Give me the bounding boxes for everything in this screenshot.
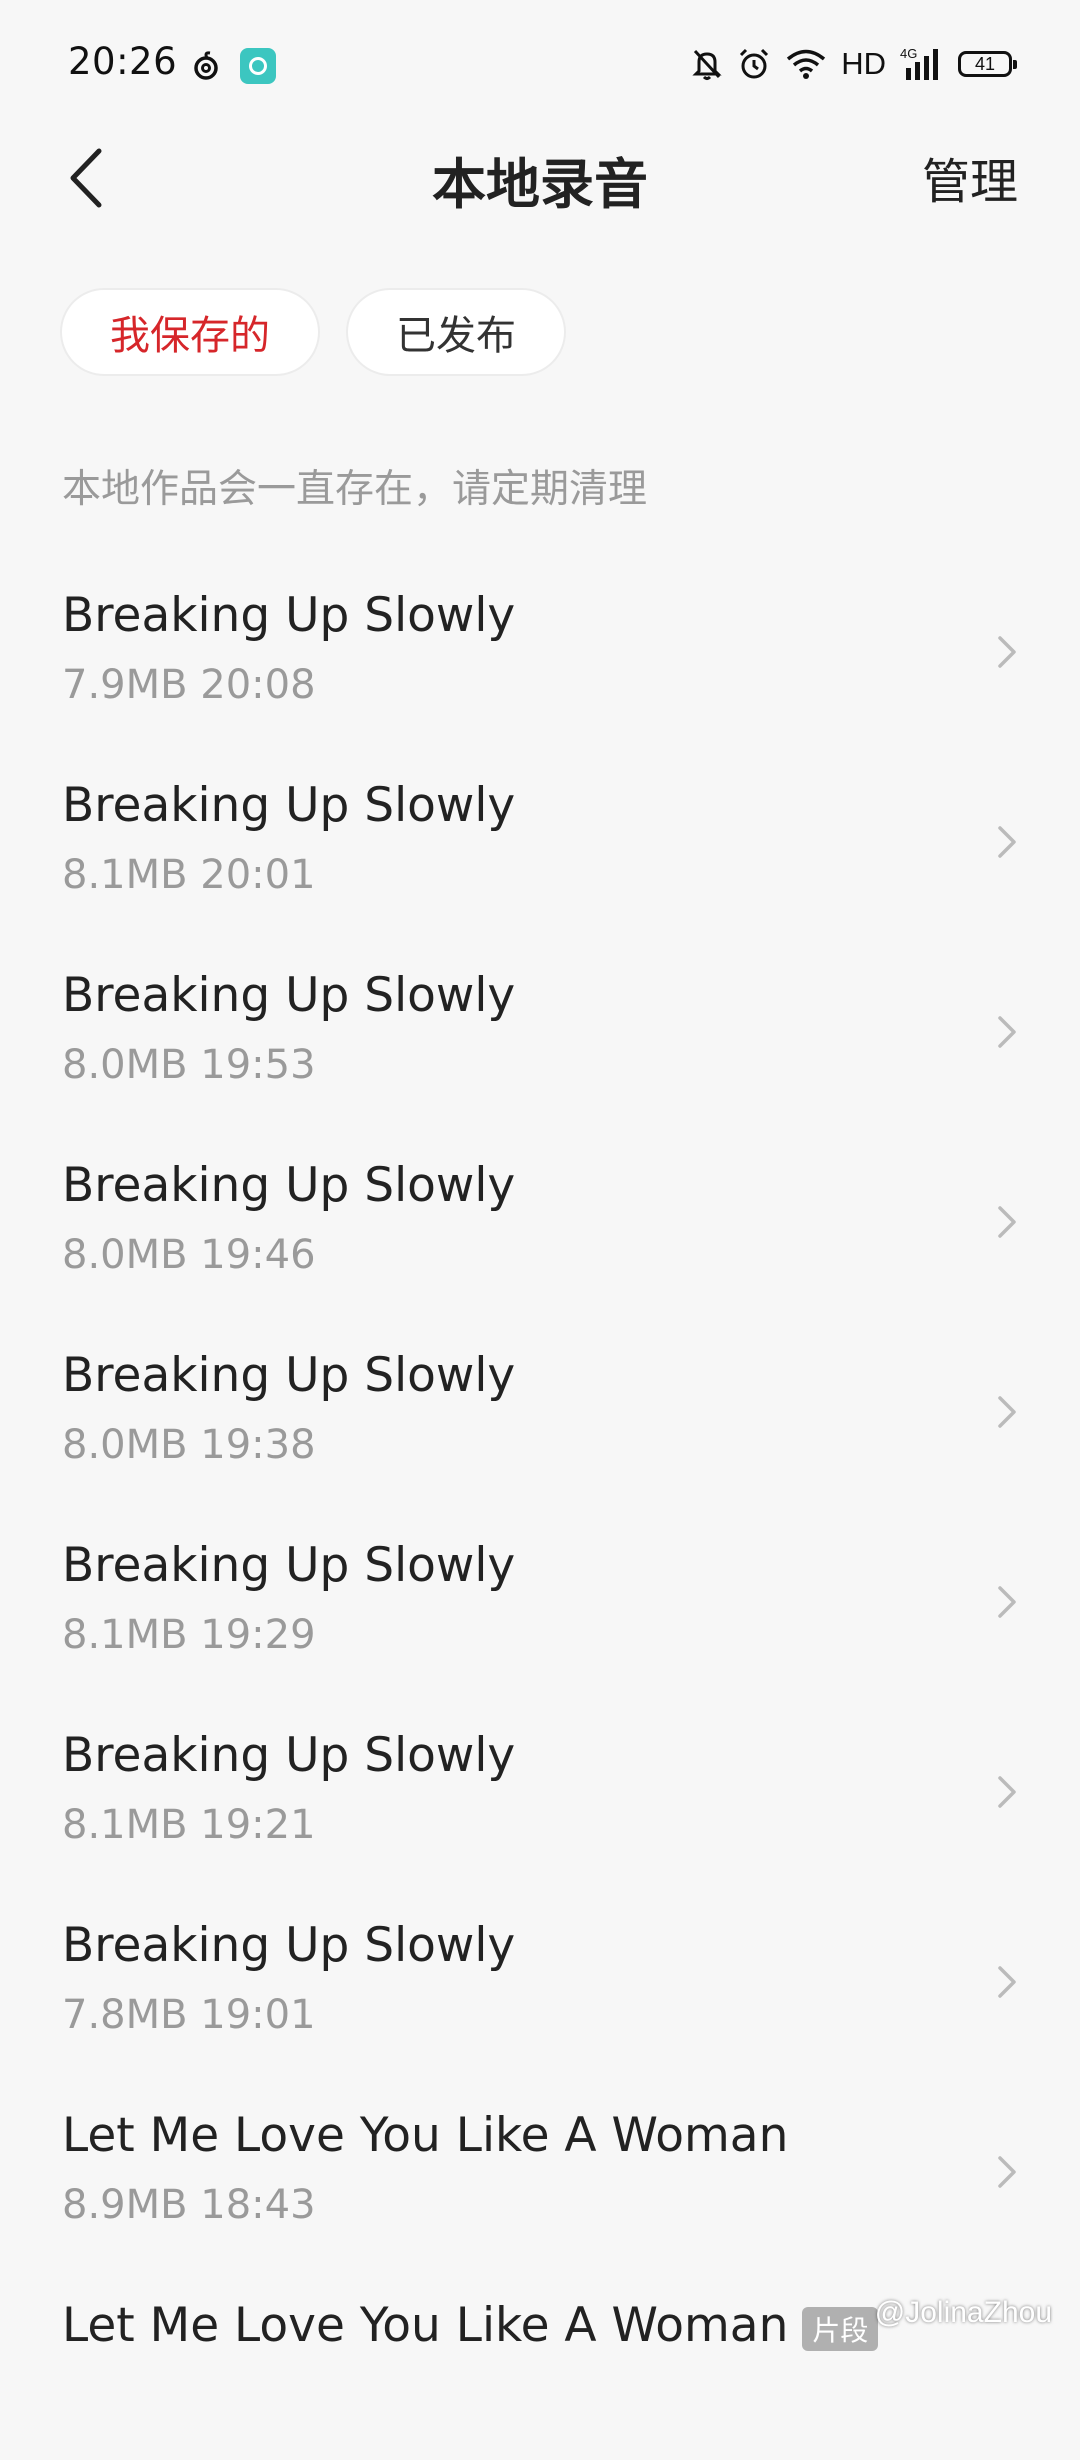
recording-item[interactable]: Breaking Up Slowly 8.1MB 19:29 bbox=[0, 1510, 1080, 1700]
clip-badge: 片段 bbox=[802, 2306, 879, 2351]
recording-meta: 8.1MB 20:01 bbox=[62, 852, 316, 898]
recording-title-row: Let Me Love You Like A Woman 片段 bbox=[62, 2298, 879, 2353]
filter-tabs: 我保存的 已发布 bbox=[60, 288, 566, 376]
recording-title: Let Me Love You Like A Woman bbox=[62, 2108, 789, 2163]
recording-item[interactable]: Breaking Up Slowly 7.9MB 20:08 bbox=[0, 560, 1080, 750]
recording-list: Breaking Up Slowly 7.9MB 20:08 Breaking … bbox=[0, 560, 1080, 2460]
recording-title: Breaking Up Slowly bbox=[62, 1348, 516, 1403]
netease-music-icon bbox=[194, 51, 218, 80]
chevron-right-icon bbox=[998, 1966, 1016, 1998]
watermark: @JolinaZhou bbox=[874, 2296, 1052, 2329]
recording-item[interactable]: Breaking Up Slowly 8.0MB 19:53 bbox=[0, 940, 1080, 1130]
status-time: 20:26 bbox=[68, 40, 178, 83]
page-title: 本地录音 bbox=[432, 153, 648, 216]
recording-title: Breaking Up Slowly bbox=[62, 968, 516, 1023]
mute-icon bbox=[692, 49, 722, 80]
recording-meta: 7.9MB 20:08 bbox=[62, 662, 316, 708]
tab-saved[interactable]: 我保存的 bbox=[60, 288, 320, 376]
recording-meta: 8.1MB 19:29 bbox=[62, 1612, 316, 1658]
recording-item[interactable]: Breaking Up Slowly 8.0MB 19:38 bbox=[0, 1320, 1080, 1510]
chat-app-icon bbox=[240, 48, 276, 84]
chevron-right-icon bbox=[998, 1586, 1016, 1618]
cleanup-notice: 本地作品会一直存在，请定期清理 bbox=[62, 467, 648, 512]
recording-meta: 8.0MB 19:38 bbox=[62, 1422, 316, 1468]
recording-title: Let Me Love You Like A Woman bbox=[62, 2298, 789, 2353]
recording-meta: 8.1MB 19:21 bbox=[62, 1802, 316, 1848]
recording-meta: 8.9MB 18:43 bbox=[62, 2182, 316, 2228]
chevron-right-icon bbox=[998, 1016, 1016, 1048]
app-header: 本地录音 管理 bbox=[0, 130, 1080, 230]
recording-title: Breaking Up Slowly bbox=[62, 1538, 516, 1593]
recording-item[interactable]: Breaking Up Slowly 8.1MB 19:21 bbox=[0, 1700, 1080, 1890]
recording-item[interactable]: Breaking Up Slowly 7.8MB 19:01 bbox=[0, 1890, 1080, 2080]
recording-item[interactable]: Breaking Up Slowly 8.0MB 19:46 bbox=[0, 1130, 1080, 1320]
recording-title: Breaking Up Slowly bbox=[62, 588, 516, 643]
chevron-right-icon bbox=[998, 636, 1016, 668]
manage-button[interactable]: 管理 bbox=[922, 142, 1018, 212]
recording-meta: 7.8MB 19:01 bbox=[62, 1992, 316, 2038]
recording-title: Breaking Up Slowly bbox=[62, 1158, 516, 1213]
signal-label: 4G bbox=[900, 46, 917, 61]
wifi-icon bbox=[787, 49, 826, 79]
recording-item[interactable]: Breaking Up Slowly 8.1MB 20:01 bbox=[0, 750, 1080, 940]
recording-title: Breaking Up Slowly bbox=[62, 1728, 516, 1783]
signal-icon: 4G bbox=[900, 46, 938, 80]
recording-meta: 8.0MB 19:53 bbox=[62, 1042, 316, 1088]
chevron-right-icon bbox=[998, 1206, 1016, 1238]
chevron-right-icon bbox=[998, 826, 1016, 858]
chevron-right-icon bbox=[998, 1396, 1016, 1428]
battery-icon: 41 bbox=[958, 51, 1017, 77]
status-bar: 20:26 HD 4G 41 bbox=[0, 0, 1080, 130]
chevron-right-icon bbox=[998, 2156, 1016, 2188]
chevron-right-icon bbox=[998, 1776, 1016, 1808]
recording-title: Breaking Up Slowly bbox=[62, 778, 516, 833]
alarm-icon bbox=[740, 48, 769, 79]
tab-published[interactable]: 已发布 bbox=[346, 288, 566, 376]
hd-indicator: HD bbox=[841, 46, 886, 81]
recording-item[interactable]: Let Me Love You Like A Woman 8.9MB 18:43 bbox=[0, 2080, 1080, 2270]
recording-meta: 8.0MB 19:46 bbox=[62, 1232, 316, 1278]
recording-title: Breaking Up Slowly bbox=[62, 1918, 516, 1973]
